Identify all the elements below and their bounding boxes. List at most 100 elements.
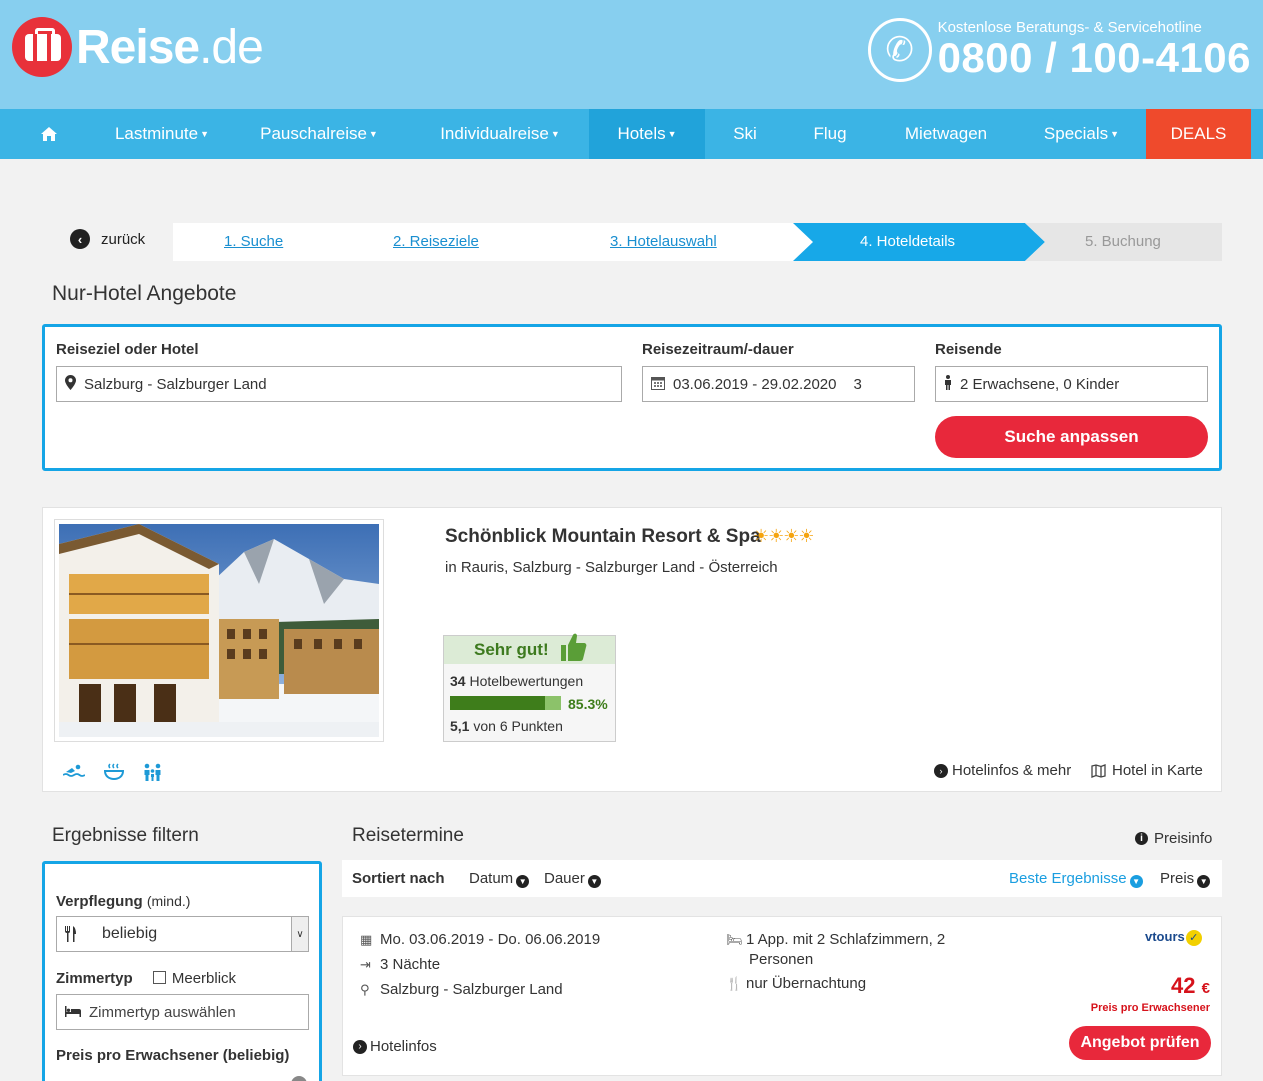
- info-icon: i: [1135, 832, 1148, 845]
- score-label: von 6 Punkten: [473, 718, 563, 734]
- nav-item-hotels[interactable]: Hotels ▼: [589, 109, 705, 159]
- priceinfo-link[interactable]: i Preisinfo: [1135, 830, 1212, 847]
- recommendation-bar: [450, 696, 561, 710]
- hotel-card: Schönblick Mountain Resort & Spa ☀☀☀☀ in…: [42, 507, 1222, 792]
- hotel-map-link[interactable]: Hotel in Karte: [1091, 762, 1203, 779]
- nav-item-pauschalreise[interactable]: Pauschalreise ▼: [227, 109, 411, 159]
- search-submit-button[interactable]: Suche anpassen: [935, 416, 1208, 458]
- rating-score: 5,1: [450, 718, 470, 734]
- filter-panel: Verpflegung (mind.) beliebig ∨ Zimmertyp…: [42, 861, 322, 1081]
- hotline-number[interactable]: 0800 / 100-4106: [938, 36, 1251, 80]
- board-select[interactable]: beliebig ∨: [56, 916, 309, 952]
- map-icon: [1091, 763, 1106, 778]
- price-filter-label: Preis pro Erwachsener: [56, 1047, 219, 1064]
- page-title: Nur-Hotel Angebote: [52, 282, 237, 305]
- booking-steps: 1. Suche 2. Reiseziele 3. Hotelauswahl 4…: [173, 223, 1222, 261]
- rating-box[interactable]: Sehr gut! 34 Hotelbewertungen 85.3% 5,1 …: [443, 633, 616, 742]
- price-slider-handle[interactable]: [291, 1076, 307, 1081]
- chevron-right-icon: ›: [353, 1039, 367, 1054]
- logo-main-text: Reise: [76, 20, 200, 74]
- room-type-input[interactable]: Zimmertyp auswählen: [56, 994, 309, 1030]
- room-type-placeholder: Zimmertyp auswählen: [89, 1003, 236, 1021]
- offer-card: ▦ Mo. 03.06.2019 - Do. 06.06.2019 ⇥ 3 Näch…: [342, 916, 1222, 1076]
- search-form: Reiseziel oder Hotel Salzburg - Salzburg…: [42, 324, 1222, 471]
- cutlery-icon: 🍴: [726, 976, 743, 991]
- calendar-icon: [651, 376, 665, 393]
- nav-item-specials[interactable]: Specials ▼: [1017, 109, 1146, 159]
- hotel-photo[interactable]: [54, 519, 384, 742]
- chevron-down-icon: ▼: [1197, 875, 1211, 888]
- rating-label: Sehr gut!: [474, 640, 549, 659]
- rating-percent: 85.3%: [568, 696, 608, 712]
- operator-logo: vtours ✓: [1145, 929, 1202, 946]
- travelers-value: 2 Erwachsene, 0 Kinder: [960, 375, 1120, 393]
- offer-room: 1 App. mit 2 Schlafzimmern, 2: [746, 931, 946, 948]
- destination-value: Salzburg - Salzburger Land: [84, 375, 267, 393]
- nav-item-flug[interactable]: Flug: [785, 109, 875, 159]
- exit-icon: ⇥: [360, 957, 371, 972]
- sort-date[interactable]: Datum ▼: [469, 860, 530, 897]
- period-label: Reisezeitraum/-dauer: [642, 341, 794, 358]
- reviews-count: 34: [450, 673, 466, 689]
- home-icon[interactable]: [0, 109, 97, 159]
- offer-board: nur Übernachtung: [746, 975, 867, 992]
- period-field[interactable]: 03.06.2019 - 29.02.2020 3: [642, 366, 915, 402]
- price-note: Preis pro Erwachsener: [1090, 1002, 1210, 1014]
- sort-duration[interactable]: Dauer ▼: [544, 860, 601, 897]
- filter-title: Ergebnisse filtern: [52, 825, 199, 846]
- nav-item-deals[interactable]: DEALS: [1146, 109, 1251, 159]
- destination-label: Reiseziel oder Hotel: [56, 341, 199, 358]
- sort-best[interactable]: Beste Ergebnisse ▼: [1009, 860, 1143, 897]
- chevron-left-icon: ‹: [70, 229, 90, 249]
- nav-item-lastminute[interactable]: Lastminute ▼: [97, 109, 227, 159]
- bed-icon: 🛏: [726, 932, 743, 947]
- phone-icon: ✆: [867, 18, 932, 82]
- hotel-name: Schönblick Mountain Resort & Spa: [445, 526, 761, 547]
- room-label: Zimmertyp: [56, 970, 133, 987]
- travelers-field[interactable]: 2 Erwachsene, 0 Kinder: [935, 366, 1208, 402]
- family-icon: [142, 763, 164, 786]
- board-value: beliebig: [102, 925, 158, 942]
- chevron-down-icon: ▼: [1129, 875, 1143, 888]
- hotline: ✆ Kostenlose Beratungs- & Servicehotline…: [867, 16, 1251, 82]
- check-icon: ✓: [1185, 929, 1202, 946]
- destination-field[interactable]: Salzburg - Salzburger Land: [56, 366, 622, 402]
- nav-item-ski[interactable]: Ski: [705, 109, 785, 159]
- hotel-location: in Rauris, Salzburg - Salzburger Land - …: [445, 559, 778, 576]
- back-label: zurück: [101, 230, 146, 248]
- step-reiseziele[interactable]: 2. Reiseziele: [393, 223, 479, 261]
- offer-nights: 3 Nächte: [380, 956, 441, 973]
- person-icon: [944, 375, 952, 393]
- cutlery-icon: [65, 926, 76, 942]
- reviews-label: Hotelbewertungen: [469, 673, 584, 689]
- logo-tld-text: .de: [199, 20, 264, 74]
- offer-hotelinfo-link[interactable]: › Hotelinfos: [353, 1038, 437, 1055]
- sort-label: Sortiert nach: [352, 870, 445, 887]
- sort-bar: Sortiert nach Datum ▼ Dauer ▼ Beste Ergebn…: [342, 860, 1222, 897]
- checkbox-icon: [152, 971, 166, 984]
- suitcase-icon: [12, 17, 72, 77]
- chevron-right-icon: ›: [934, 763, 948, 778]
- step-hotelauswahl[interactable]: 3. Hotelauswahl: [610, 223, 717, 261]
- hotel-info-link[interactable]: › Hotelinfos & mehr: [934, 762, 1071, 779]
- travelers-label: Reisende: [935, 341, 1002, 358]
- spa-icon: [103, 763, 125, 786]
- offer-cta-button[interactable]: Angebot prüfen: [1069, 1026, 1211, 1060]
- offer-price: 42 €: [1171, 973, 1210, 998]
- step-suche[interactable]: 1. Suche: [224, 223, 283, 261]
- nav-item-mietwagen[interactable]: Mietwagen: [875, 109, 1017, 159]
- nav-item-individualreise[interactable]: Individualreise ▼: [411, 109, 589, 159]
- board-label: Verpflegung: [56, 893, 143, 910]
- sort-price[interactable]: Preis ▼: [1160, 860, 1211, 897]
- price-filter-qualifier: (beliebig): [222, 1047, 290, 1064]
- map-pin-icon: ⚲: [360, 982, 370, 997]
- map-pin-icon: [65, 375, 76, 393]
- site-logo[interactable]: Reise.de: [12, 17, 264, 77]
- back-link[interactable]: ‹ zurück: [70, 229, 145, 249]
- seaview-checkbox[interactable]: Meerblick: [152, 970, 236, 987]
- swimming-icon: [62, 763, 86, 783]
- offer-dates: Mo. 03.06.2019 - Do. 06.06.2019: [380, 931, 601, 948]
- chevron-down-icon: ▼: [587, 875, 601, 888]
- board-qualifier: (mind.): [146, 893, 191, 909]
- chevron-down-icon: ∨: [291, 917, 308, 951]
